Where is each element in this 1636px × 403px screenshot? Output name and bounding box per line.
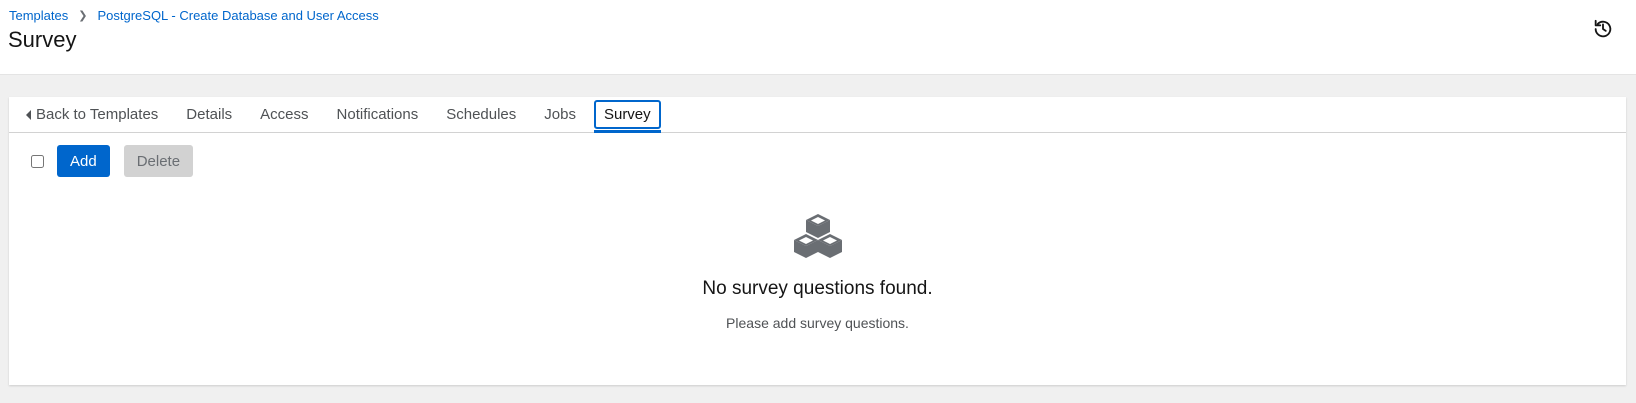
- cubes-icon: [792, 212, 844, 258]
- breadcrumb: Templates ❯ PostgreSQL - Create Database…: [9, 8, 379, 23]
- tab-label: Details: [186, 106, 233, 123]
- empty-state: No survey questions found. Please add su…: [9, 212, 1626, 331]
- tabs: Back to Templates Details Access Notific…: [9, 97, 1626, 133]
- survey-card: Back to Templates Details Access Notific…: [9, 97, 1626, 385]
- history-icon[interactable]: [1592, 18, 1614, 40]
- empty-state-body: Please add survey questions.: [726, 315, 909, 331]
- caret-left-icon: [26, 109, 31, 120]
- tab-notifications[interactable]: Notifications: [323, 97, 433, 132]
- page-header: Templates ❯ PostgreSQL - Create Database…: [0, 0, 1636, 75]
- select-all-checkbox[interactable]: [31, 154, 44, 168]
- tab-back-to-templates[interactable]: Back to Templates: [9, 97, 172, 132]
- add-button[interactable]: Add: [57, 145, 110, 177]
- chevron-right-icon: ❯: [78, 10, 88, 22]
- tab-label: Survey: [593, 100, 661, 129]
- tab-label: Schedules: [446, 106, 517, 123]
- toolbar: Add Delete: [31, 145, 194, 177]
- tab-details[interactable]: Details: [172, 97, 246, 132]
- tab-survey[interactable]: Survey: [590, 97, 665, 133]
- tab-label: Access: [260, 106, 309, 123]
- page-title: Survey: [8, 27, 77, 52]
- tab-label: Jobs: [544, 106, 576, 123]
- breadcrumb-template-link[interactable]: PostgreSQL - Create Database and User Ac…: [97, 8, 378, 23]
- tab-schedules[interactable]: Schedules: [432, 97, 530, 132]
- tab-jobs[interactable]: Jobs: [530, 97, 590, 132]
- empty-state-title: No survey questions found.: [702, 278, 933, 299]
- tab-label: Notifications: [336, 106, 419, 123]
- tab-access[interactable]: Access: [246, 97, 322, 132]
- tab-label: Back to Templates: [36, 106, 159, 123]
- delete-button[interactable]: Delete: [123, 145, 194, 177]
- breadcrumb-templates-link[interactable]: Templates: [9, 8, 68, 23]
